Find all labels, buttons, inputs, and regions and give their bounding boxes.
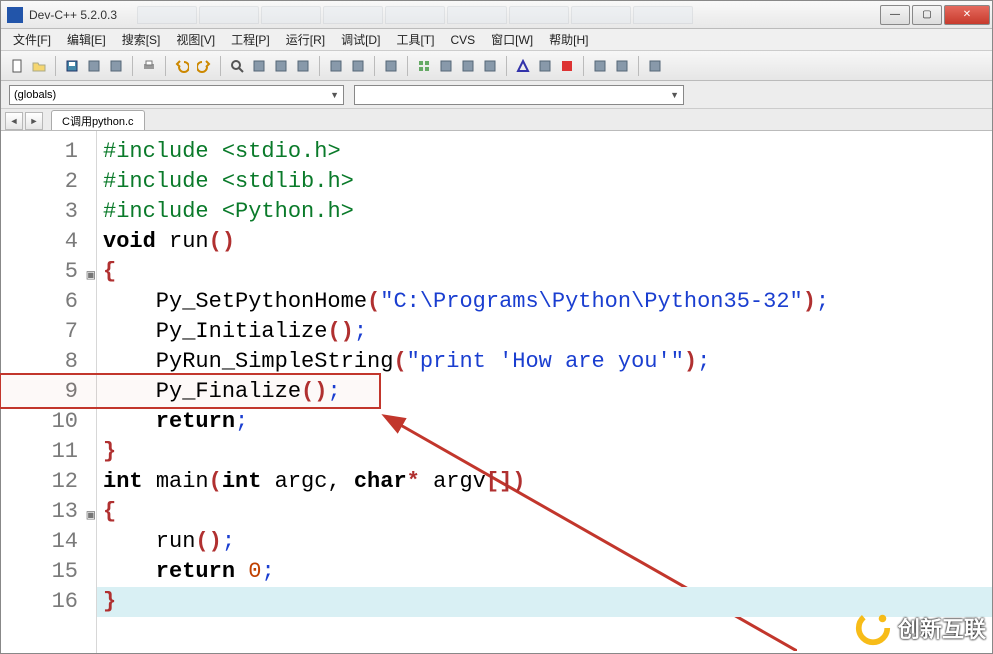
editor-tabstrip: ◄ ► C调用python.c bbox=[1, 109, 992, 131]
menu-cvs[interactable]: CVS bbox=[444, 33, 481, 47]
line-number: 8 bbox=[1, 347, 96, 377]
window-controls: — ▢ ✕ bbox=[880, 5, 990, 25]
code-line[interactable]: { bbox=[97, 497, 992, 527]
line-number: 9 bbox=[1, 377, 96, 407]
find-icon[interactable] bbox=[227, 56, 247, 76]
toolbar bbox=[1, 51, 992, 81]
line-number: 14 bbox=[1, 527, 96, 557]
menu-run[interactable]: 运行[R] bbox=[280, 31, 331, 48]
code-line[interactable]: #include <Python.h> bbox=[97, 197, 992, 227]
code-line[interactable]: Py_SetPythonHome("C:\Programs\Python\Pyt… bbox=[97, 287, 992, 317]
menu-help[interactable]: 帮助[H] bbox=[543, 31, 594, 48]
menu-debug[interactable]: 调试[D] bbox=[335, 31, 386, 48]
members-combo[interactable]: ▼ bbox=[354, 85, 684, 105]
find-in-files-icon[interactable] bbox=[271, 56, 291, 76]
scope-combo-value: (globals) bbox=[14, 89, 56, 101]
line-number: 5 bbox=[1, 257, 96, 287]
class-browser-bar: (globals) ▼ ▼ bbox=[1, 81, 992, 109]
bookmark-icon[interactable] bbox=[381, 56, 401, 76]
line-gutter: 12345678910111213141516 bbox=[1, 131, 97, 653]
print-icon[interactable] bbox=[139, 56, 159, 76]
code-line[interactable]: int main(int argc, char* argv[]) bbox=[97, 467, 992, 497]
menu-view[interactable]: 视图[V] bbox=[170, 31, 221, 48]
line-number: 6 bbox=[1, 287, 96, 317]
code-editor[interactable]: 12345678910111213141516 #include <stdio.… bbox=[1, 131, 992, 653]
project-options-icon[interactable] bbox=[612, 56, 632, 76]
line-number: 15 bbox=[1, 557, 96, 587]
watermark-icon bbox=[854, 609, 892, 647]
debug-icon[interactable] bbox=[513, 56, 533, 76]
code-line[interactable]: Py_Initialize(); bbox=[97, 317, 992, 347]
code-line[interactable]: #include <stdlib.h> bbox=[97, 167, 992, 197]
save-as-icon[interactable] bbox=[106, 56, 126, 76]
menu-window[interactable]: 窗口[W] bbox=[485, 31, 539, 48]
new-project-icon[interactable] bbox=[590, 56, 610, 76]
open-file-icon[interactable] bbox=[29, 56, 49, 76]
replace-icon[interactable] bbox=[249, 56, 269, 76]
code-line[interactable]: #include <stdio.h> bbox=[97, 137, 992, 167]
editor-tab[interactable]: C调用python.c bbox=[51, 110, 145, 130]
line-number: 13 bbox=[1, 497, 96, 527]
code-line[interactable]: void run() bbox=[97, 227, 992, 257]
code-line[interactable]: { bbox=[97, 257, 992, 287]
compile-icon[interactable] bbox=[414, 56, 434, 76]
search-again-icon[interactable] bbox=[293, 56, 313, 76]
code-line[interactable]: Py_Finalize(); bbox=[97, 377, 992, 407]
code-line[interactable]: return; bbox=[97, 407, 992, 437]
forward-icon[interactable] bbox=[348, 56, 368, 76]
save-all-icon[interactable] bbox=[84, 56, 104, 76]
stop-icon[interactable] bbox=[557, 56, 577, 76]
minimize-button[interactable]: — bbox=[880, 5, 910, 25]
line-number: 2 bbox=[1, 167, 96, 197]
code-line[interactable]: } bbox=[97, 437, 992, 467]
line-number: 10 bbox=[1, 407, 96, 437]
title-bar: Dev-C++ 5.2.0.3 — ▢ ✕ bbox=[1, 1, 992, 29]
maximize-button[interactable]: ▢ bbox=[912, 5, 942, 25]
line-number: 3 bbox=[1, 197, 96, 227]
goto-line-icon[interactable] bbox=[645, 56, 665, 76]
close-button[interactable]: ✕ bbox=[944, 5, 990, 25]
profile-icon[interactable] bbox=[535, 56, 555, 76]
tab-next-button[interactable]: ► bbox=[25, 112, 43, 130]
code-line[interactable]: PyRun_SimpleString("print 'How are you'"… bbox=[97, 347, 992, 377]
line-number: 4 bbox=[1, 227, 96, 257]
code-area[interactable]: #include <stdio.h>#include <stdlib.h>#in… bbox=[97, 131, 992, 653]
menu-file[interactable]: 文件[F] bbox=[7, 31, 57, 48]
compile-run-icon[interactable] bbox=[458, 56, 478, 76]
redo-icon[interactable] bbox=[194, 56, 214, 76]
menu-bar: 文件[F] 编辑[E] 搜索[S] 视图[V] 工程[P] 运行[R] 调试[D… bbox=[1, 29, 992, 51]
menu-search[interactable]: 搜索[S] bbox=[116, 31, 167, 48]
code-line[interactable]: run(); bbox=[97, 527, 992, 557]
rebuild-icon[interactable] bbox=[480, 56, 500, 76]
window-title: Dev-C++ 5.2.0.3 bbox=[29, 8, 117, 22]
chevron-down-icon: ▼ bbox=[670, 90, 679, 100]
back-icon[interactable] bbox=[326, 56, 346, 76]
code-line[interactable]: return 0; bbox=[97, 557, 992, 587]
line-number: 16 bbox=[1, 587, 96, 617]
chevron-down-icon: ▼ bbox=[330, 90, 339, 100]
menu-edit[interactable]: 编辑[E] bbox=[61, 31, 112, 48]
tab-prev-button[interactable]: ◄ bbox=[5, 112, 23, 130]
line-number: 12 bbox=[1, 467, 96, 497]
scope-combo[interactable]: (globals) ▼ bbox=[9, 85, 344, 105]
new-file-icon[interactable] bbox=[7, 56, 27, 76]
undo-icon[interactable] bbox=[172, 56, 192, 76]
menu-project[interactable]: 工程[P] bbox=[225, 31, 276, 48]
line-number: 11 bbox=[1, 437, 96, 467]
save-icon[interactable] bbox=[62, 56, 82, 76]
menu-tools[interactable]: 工具[T] bbox=[390, 31, 440, 48]
watermark: 创新互联 bbox=[854, 609, 986, 647]
line-number: 1 bbox=[1, 137, 96, 167]
watermark-text: 创新互联 bbox=[898, 612, 986, 644]
background-tabs bbox=[137, 6, 880, 24]
app-icon bbox=[7, 7, 23, 23]
run-icon[interactable] bbox=[436, 56, 456, 76]
line-number: 7 bbox=[1, 317, 96, 347]
